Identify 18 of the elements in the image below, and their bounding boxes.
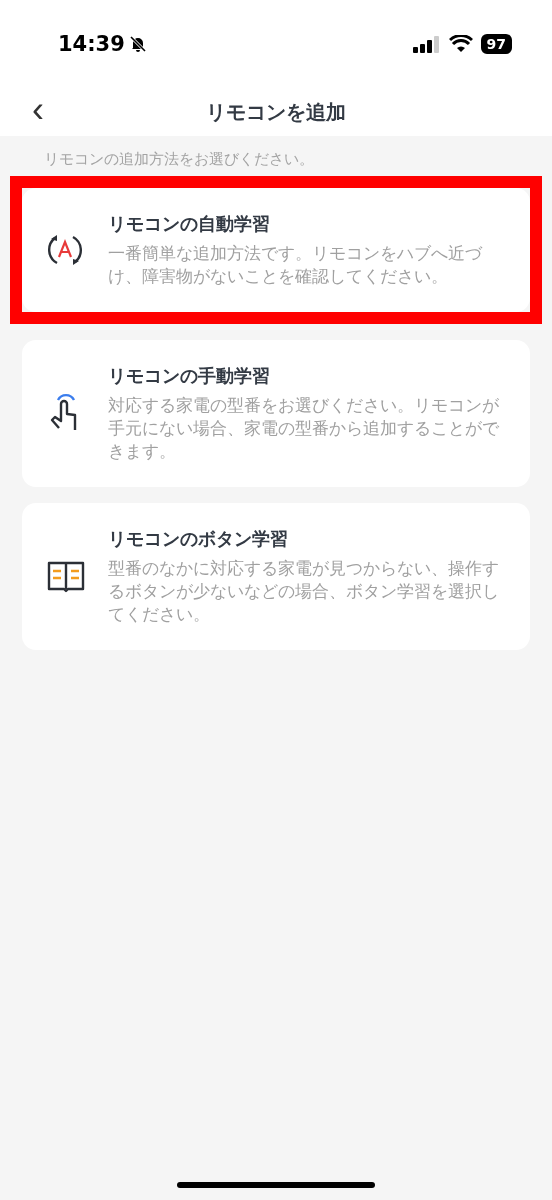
page-title: リモコンを追加 <box>206 98 346 126</box>
wifi-icon <box>448 35 473 53</box>
option-description: 対応する家電の型番をお選びください。リモコンが手元にない場合、家電の型番から追加することができます。 <box>108 394 500 463</box>
option-title: リモコンの手動学習 <box>108 364 271 388</box>
instruction-text: リモコンの追加方法をお選びください。 <box>43 149 315 170</box>
option-card[interactable]: リモコンの自動学習 一番簡単な追加方法です。リモコンをハブへ近づけ、障害物がないことを確認してください。 <box>22 188 530 312</box>
battery-level: 97 <box>480 34 512 54</box>
muted-bell-icon <box>128 35 147 53</box>
status-time: 14:39 <box>58 32 125 56</box>
option-title: リモコンのボタン学習 <box>108 527 289 551</box>
option-description: 一番簡単な追加方法です。リモコンをハブへ近づけ、障害物がないことを確認してください。 <box>108 242 484 288</box>
book-icon <box>46 559 86 594</box>
option-description: 型番のなかに対応する家電が見つからない、操作するボタンが少ないなどの場合、ボタン学習を選択してください。 <box>108 557 500 626</box>
option-card[interactable]: リモコンのボタン学習 型番のなかに対応する家電が見つからない、操作するボタンが少ないなどの場合、ボタン学習を選択してください。 <box>22 503 530 650</box>
option-title: リモコンの自動学習 <box>108 212 271 236</box>
back-button[interactable]: ‹ <box>26 92 50 128</box>
signal-icon <box>412 35 441 53</box>
option-card[interactable]: リモコンの手動学習 対応する家電の型番をお選びください。リモコンが手元にない場合、家電の型番から追加することができます。 <box>22 340 530 487</box>
